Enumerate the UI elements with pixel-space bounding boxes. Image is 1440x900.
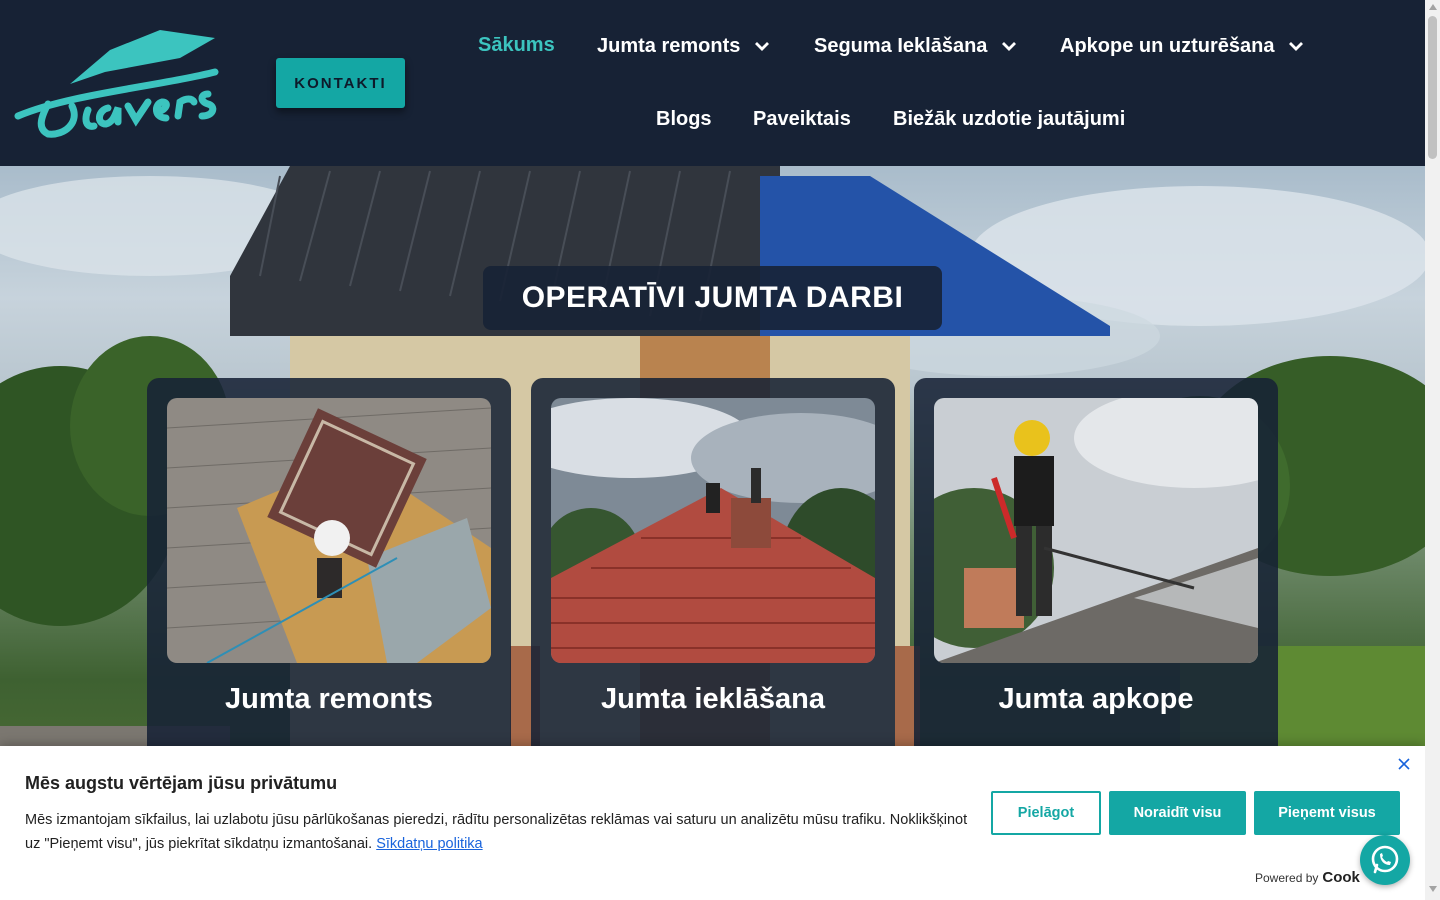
nav-roof-install[interactable]: Seguma Ieklāšana bbox=[814, 34, 1021, 58]
contact-button[interactable]: KONTAKTI bbox=[276, 58, 405, 108]
card-title: Jumta apkope bbox=[998, 683, 1194, 715]
accept-all-button[interactable]: Pieņemt visus bbox=[1254, 791, 1400, 835]
nav-maintenance[interactable]: Apkope un uzturēšana bbox=[1060, 34, 1308, 58]
site-header: KONTAKTI Sākums Jumta remonts Seguma Iek… bbox=[0, 0, 1425, 166]
nav-roof-repair[interactable]: Jumta remonts bbox=[597, 34, 774, 58]
nav-faq[interactable]: Biežāk uzdotie jautājumi bbox=[893, 108, 1125, 131]
nav-maintenance-label: Apkope un uzturēšana bbox=[1060, 34, 1275, 57]
nav-portfolio-label: Paveiktais bbox=[753, 108, 851, 130]
hero-title: OPERATĪVI JUMTA DARBI bbox=[483, 266, 942, 330]
nav-roof-install-label: Seguma Ieklāšana bbox=[814, 34, 988, 57]
whatsapp-button[interactable] bbox=[1360, 835, 1410, 885]
service-card-roof-repair[interactable]: Jumta remonts bbox=[147, 378, 511, 758]
whatsapp-icon bbox=[1371, 845, 1399, 874]
chevron-down-icon bbox=[755, 42, 770, 51]
service-card-roof-install[interactable]: Jumta ieklāšana bbox=[531, 378, 895, 758]
roof-tiles-photo bbox=[551, 398, 875, 663]
page-scrollbar[interactable] bbox=[1425, 0, 1440, 900]
cookie-description: Mēs izmantojam sīkfailus, lai uzlabotu j… bbox=[25, 812, 968, 852]
service-card-roof-maintenance[interactable]: Jumta apkope bbox=[914, 378, 1278, 758]
cookie-banner: Mēs augstu vērtējam jūsu privātumu Mēs i… bbox=[0, 746, 1425, 900]
close-icon[interactable] bbox=[1396, 756, 1412, 772]
roof-repair-photo bbox=[167, 398, 491, 663]
chevron-down-icon bbox=[1289, 42, 1304, 51]
nav-blog[interactable]: Blogs bbox=[656, 108, 712, 131]
cookie-title: Mēs augstu vērtējam jūsu privātumu bbox=[25, 773, 338, 793]
scroll-thumb[interactable] bbox=[1428, 16, 1437, 159]
powered-by-label: Powered by bbox=[1255, 870, 1319, 885]
cookie-text: Mēs izmantojam sīkfailus, lai uzlabotu j… bbox=[25, 808, 975, 856]
scroll-up-arrow[interactable] bbox=[1429, 4, 1437, 10]
card-title: Jumta ieklāšana bbox=[600, 683, 826, 715]
nav-roof-repair-label: Jumta remonts bbox=[597, 34, 741, 57]
customize-button[interactable]: Pielāgot bbox=[991, 791, 1101, 835]
nav-blog-label: Blogs bbox=[656, 108, 712, 130]
cookie-policy-link[interactable]: Sīkdatņu politika bbox=[376, 836, 482, 852]
scroll-down-arrow[interactable] bbox=[1429, 886, 1437, 892]
diavers-logo[interactable] bbox=[10, 24, 225, 142]
nav-faq-label: Biežāk uzdotie jautājumi bbox=[893, 108, 1126, 130]
powered-by-brand[interactable]: Cook bbox=[1322, 869, 1360, 886]
reject-all-button[interactable]: Noraidīt visu bbox=[1109, 791, 1246, 835]
powered-by: Powered by Cook bbox=[1255, 869, 1360, 886]
chevron-down-icon bbox=[1002, 42, 1017, 51]
roof-cleaning-photo bbox=[934, 398, 1258, 663]
nav-portfolio[interactable]: Paveiktais bbox=[753, 108, 851, 131]
nav-home[interactable]: Sākums bbox=[478, 34, 555, 57]
card-title: Jumta remonts bbox=[225, 683, 433, 715]
nav-home-label: Sākums bbox=[478, 34, 555, 56]
